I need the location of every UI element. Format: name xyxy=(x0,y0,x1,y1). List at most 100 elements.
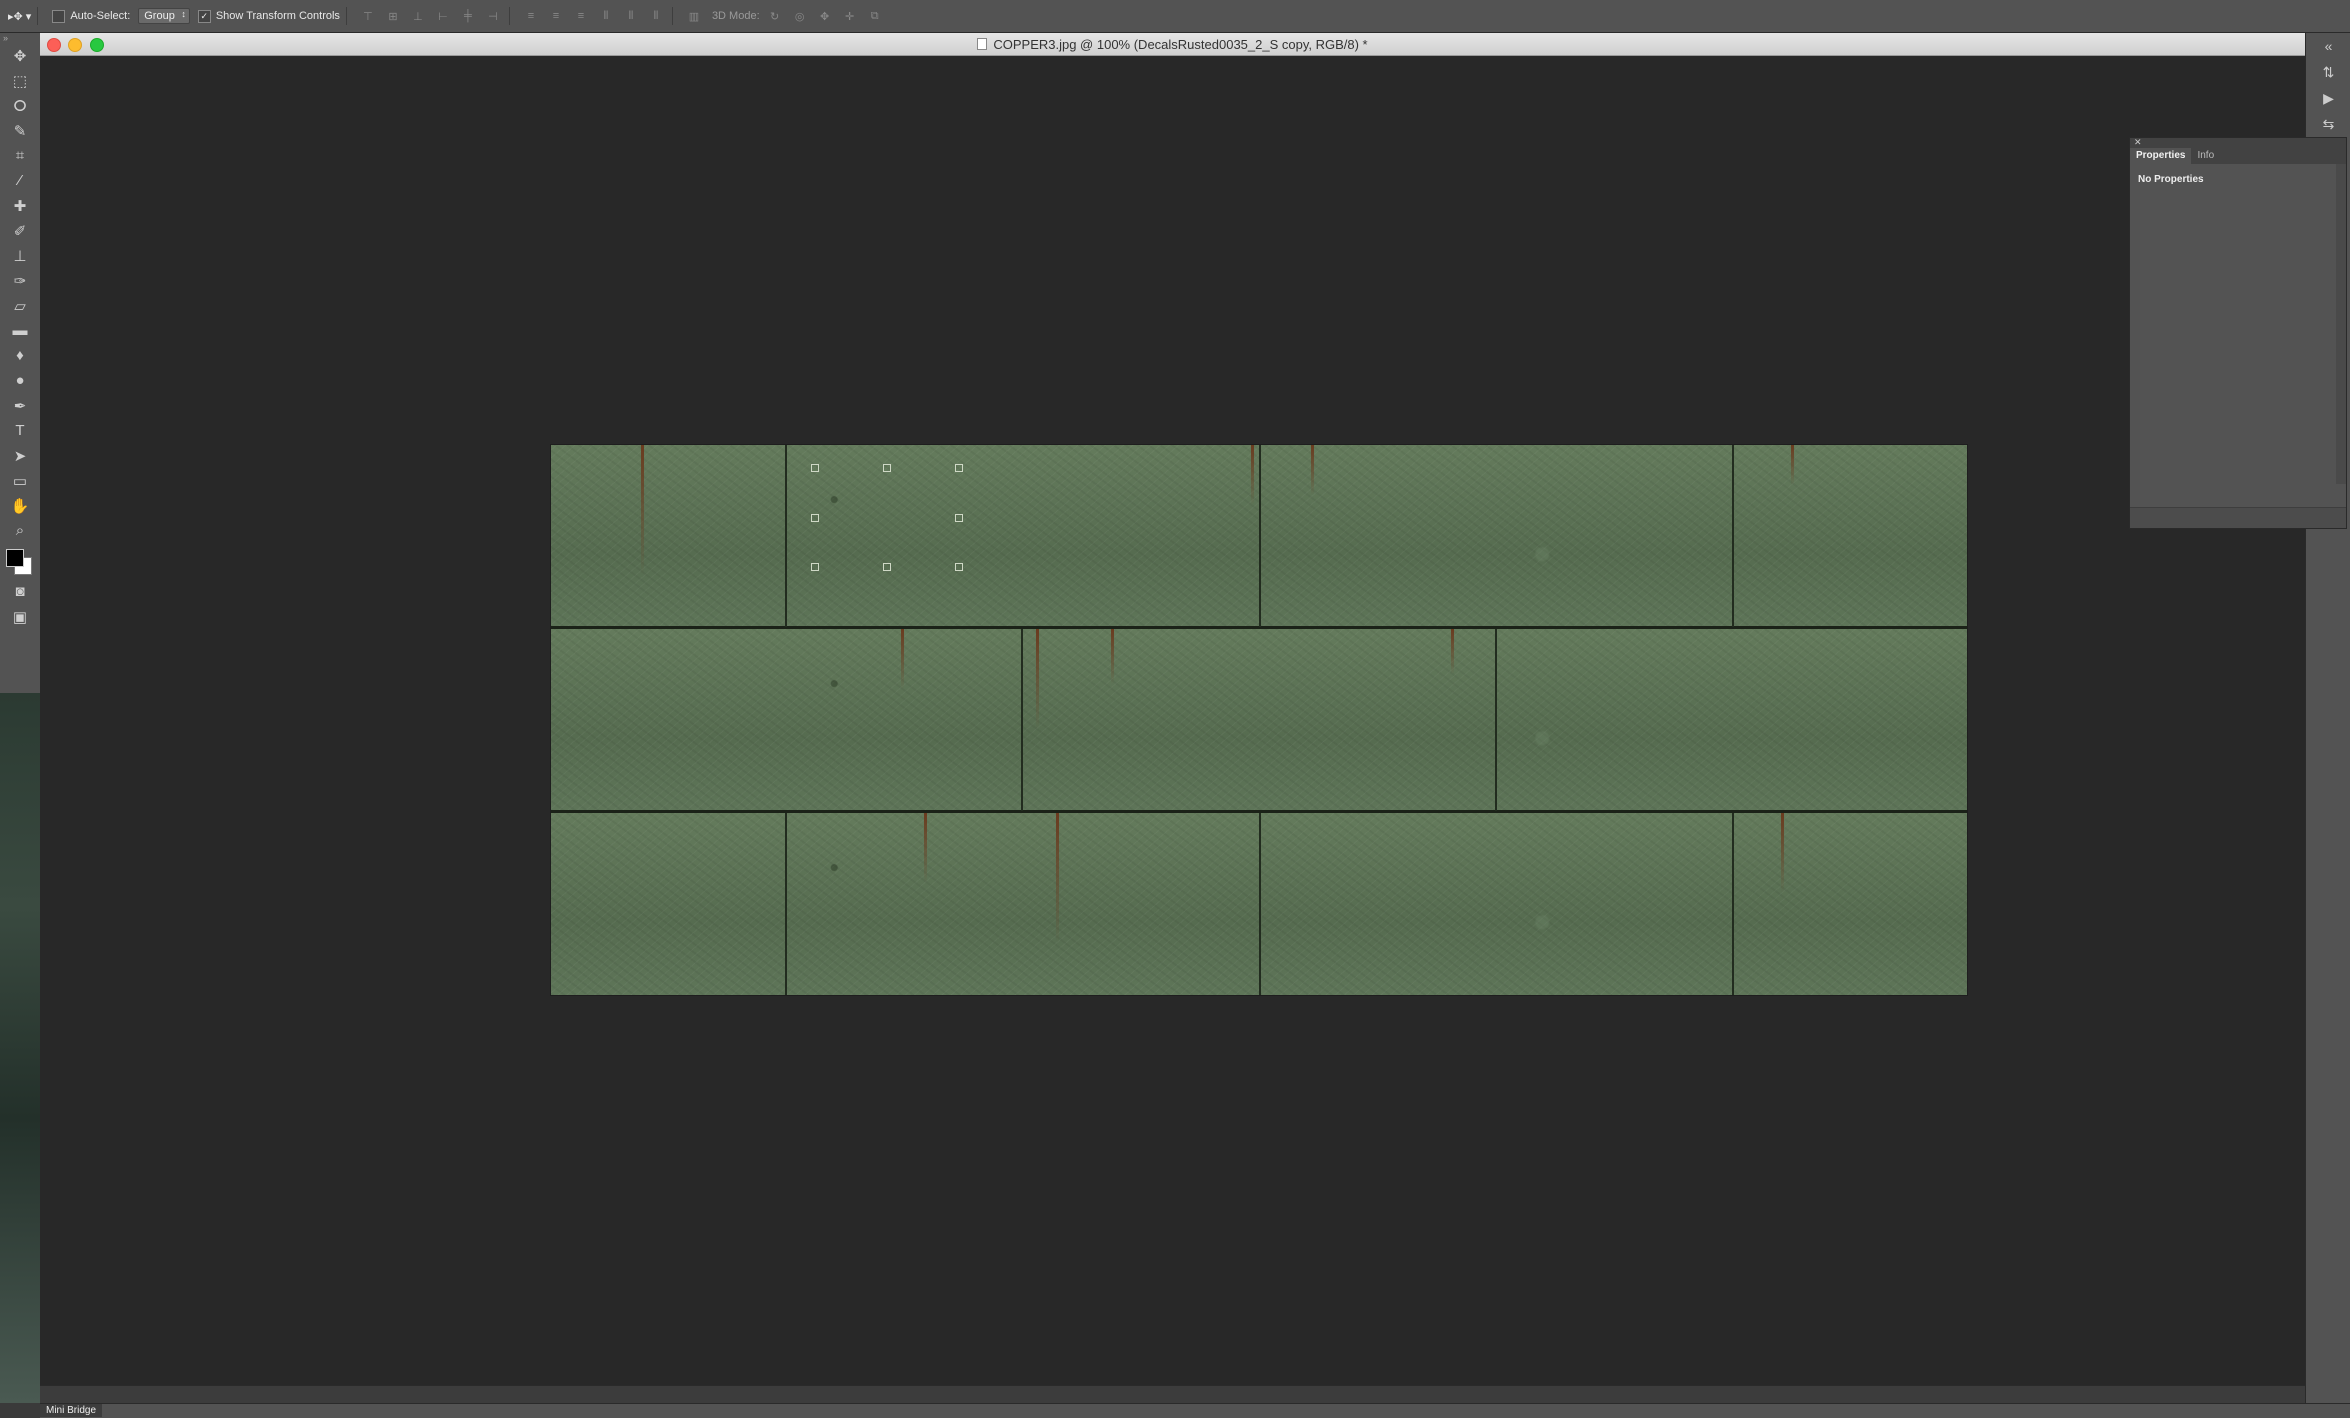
blur-tool-icon[interactable]: ♦ xyxy=(0,343,40,368)
transform-handle[interactable] xyxy=(811,464,819,472)
align-hcenter-icon[interactable]: ╪ xyxy=(458,7,478,25)
rust-streak xyxy=(1791,445,1794,485)
align-right-icon[interactable]: ⊣ xyxy=(483,7,503,25)
3d-scale-icon[interactable]: ⧉ xyxy=(865,7,885,25)
distribute-vcenter-icon[interactable]: ≡ xyxy=(546,7,566,25)
eyedropper-tool-icon[interactable]: ⁄ xyxy=(0,168,40,193)
document-window: COPPER3.jpg @ 100% (DecalsRusted0035_2_S… xyxy=(40,33,2305,1403)
mini-bridge-bar: Mini Bridge xyxy=(40,1403,2350,1418)
healing-brush-tool-icon[interactable]: ✚ xyxy=(0,193,40,218)
move-tool-icon[interactable]: ✥ xyxy=(0,43,40,68)
quick-select-tool-icon[interactable]: ✎ xyxy=(0,118,40,143)
zoom-window-button[interactable] xyxy=(90,38,104,52)
type-tool-icon[interactable]: T xyxy=(0,418,40,443)
document-icon xyxy=(977,38,988,50)
properties-panel: ✕ Properties Info No Properties xyxy=(2129,137,2347,529)
distribute-hcenter-icon[interactable]: ⫴ xyxy=(621,7,641,25)
crop-tool-icon[interactable]: ⌗ xyxy=(0,143,40,168)
3d-rotate-icon[interactable]: ↻ xyxy=(765,7,785,25)
panel-seam xyxy=(785,445,787,627)
quick-mask-icon[interactable]: ◙ xyxy=(0,579,40,604)
distribute-bottom-icon[interactable]: ≡ xyxy=(571,7,591,25)
3d-slide-icon[interactable]: ✛ xyxy=(840,7,860,25)
zoom-tool-icon[interactable]: ⌕ xyxy=(0,518,40,543)
brush-tool-icon[interactable]: ✐ xyxy=(0,218,40,243)
panel-collapse-icon[interactable]: « xyxy=(2306,33,2350,59)
tool-preset-picker[interactable]: ▸✥ ▾ xyxy=(8,10,31,23)
close-window-button[interactable] xyxy=(47,38,61,52)
rust-streak xyxy=(1451,629,1454,674)
divider xyxy=(37,7,39,25)
rectangle-tool-icon[interactable]: ▭ xyxy=(0,468,40,493)
lasso-tool-icon[interactable]: ⵔ xyxy=(0,93,40,118)
rust-streak xyxy=(1311,445,1314,495)
panel-seam xyxy=(1732,445,1734,627)
rust-streak xyxy=(1036,629,1039,729)
rust-streak xyxy=(1056,813,1059,943)
distribute-left-icon[interactable]: ⫴ xyxy=(596,7,616,25)
checkbox-box[interactable]: ✓ xyxy=(197,9,211,23)
transform-handle[interactable] xyxy=(811,514,819,522)
divider xyxy=(671,7,673,25)
clone-stamp-tool-icon[interactable]: ⊥ xyxy=(0,243,40,268)
rust-streak xyxy=(924,813,927,883)
transform-handle[interactable] xyxy=(883,464,891,472)
properties-panel-icon[interactable]: ⇆ xyxy=(2306,111,2350,137)
divider xyxy=(508,7,510,25)
distribute-top-icon[interactable]: ≡ xyxy=(521,7,541,25)
history-panel-icon[interactable]: ⇅ xyxy=(2306,59,2350,85)
screen-mode-icon[interactable]: ▣ xyxy=(0,604,40,629)
tab-properties[interactable]: Properties xyxy=(2130,148,2192,164)
auto-align-icon[interactable]: ▥ xyxy=(684,7,704,25)
foreground-color-swatch[interactable] xyxy=(6,549,24,567)
transform-handle[interactable] xyxy=(811,563,819,571)
align-bottom-icon[interactable]: ⊥ xyxy=(408,7,428,25)
transform-handle[interactable] xyxy=(955,464,963,472)
panel-header: ✕ xyxy=(2130,137,2346,147)
checkbox-box[interactable] xyxy=(52,9,66,23)
minimize-window-button[interactable] xyxy=(68,38,82,52)
hand-tool-icon[interactable]: ✋ xyxy=(0,493,40,518)
close-icon[interactable]: ✕ xyxy=(2134,137,2142,147)
panel-seam xyxy=(1259,813,1261,995)
rust-streak xyxy=(1781,813,1784,893)
history-brush-tool-icon[interactable]: ✑ xyxy=(0,268,40,293)
mini-bridge-tab[interactable]: Mini Bridge xyxy=(40,1404,103,1417)
document-title-bar[interactable]: COPPER3.jpg @ 100% (DecalsRusted0035_2_S… xyxy=(40,33,2305,56)
panel-footer xyxy=(2130,507,2346,528)
document-title: COPPER3.jpg @ 100% (DecalsRusted0035_2_S… xyxy=(993,36,1368,52)
actions-play-icon[interactable]: ▶ xyxy=(2306,85,2350,111)
show-transform-label: Show Transform Controls xyxy=(215,10,340,22)
status-bar xyxy=(40,1385,2305,1404)
eraser-tool-icon[interactable]: ▱ xyxy=(0,293,40,318)
desktop-background xyxy=(0,693,40,1403)
tab-info[interactable]: Info xyxy=(2191,148,2220,164)
panel-tab-bar: Properties Info xyxy=(2130,146,2346,164)
3d-mode-label: 3D Mode: xyxy=(711,10,760,22)
dodge-tool-icon[interactable]: ● xyxy=(0,368,40,393)
color-swatches[interactable] xyxy=(0,543,40,579)
marquee-tool-icon[interactable]: ⬚ xyxy=(0,68,40,93)
gradient-tool-icon[interactable]: ▬ xyxy=(0,318,40,343)
transform-handle[interactable] xyxy=(955,514,963,522)
3d-pan-icon[interactable]: ✥ xyxy=(815,7,835,25)
transform-handle[interactable] xyxy=(883,563,891,571)
auto-select-value[interactable]: Group xyxy=(138,8,190,24)
show-transform-controls-checkbox[interactable]: ✓ Show Transform Controls xyxy=(197,9,340,23)
panel-seam xyxy=(1732,813,1734,995)
3d-roll-icon[interactable]: ◎ xyxy=(790,7,810,25)
auto-select-dropdown[interactable]: Group xyxy=(138,8,190,24)
align-vcenter-icon[interactable]: ⊞ xyxy=(383,7,403,25)
panel-collapse-icon[interactable]: » xyxy=(0,33,40,43)
canvas-image[interactable] xyxy=(551,445,1967,995)
panel-row xyxy=(551,629,1967,811)
path-select-tool-icon[interactable]: ➤ xyxy=(0,443,40,468)
auto-select-checkbox[interactable]: Auto-Select: xyxy=(52,9,130,23)
pen-tool-icon[interactable]: ✒ xyxy=(0,393,40,418)
panel-seam xyxy=(785,813,787,995)
transform-handle[interactable] xyxy=(955,563,963,571)
align-top-icon[interactable]: ⊤ xyxy=(358,7,378,25)
distribute-right-icon[interactable]: ⫴ xyxy=(646,7,666,25)
properties-body: No Properties xyxy=(2130,164,2346,484)
align-left-icon[interactable]: ⊢ xyxy=(433,7,453,25)
